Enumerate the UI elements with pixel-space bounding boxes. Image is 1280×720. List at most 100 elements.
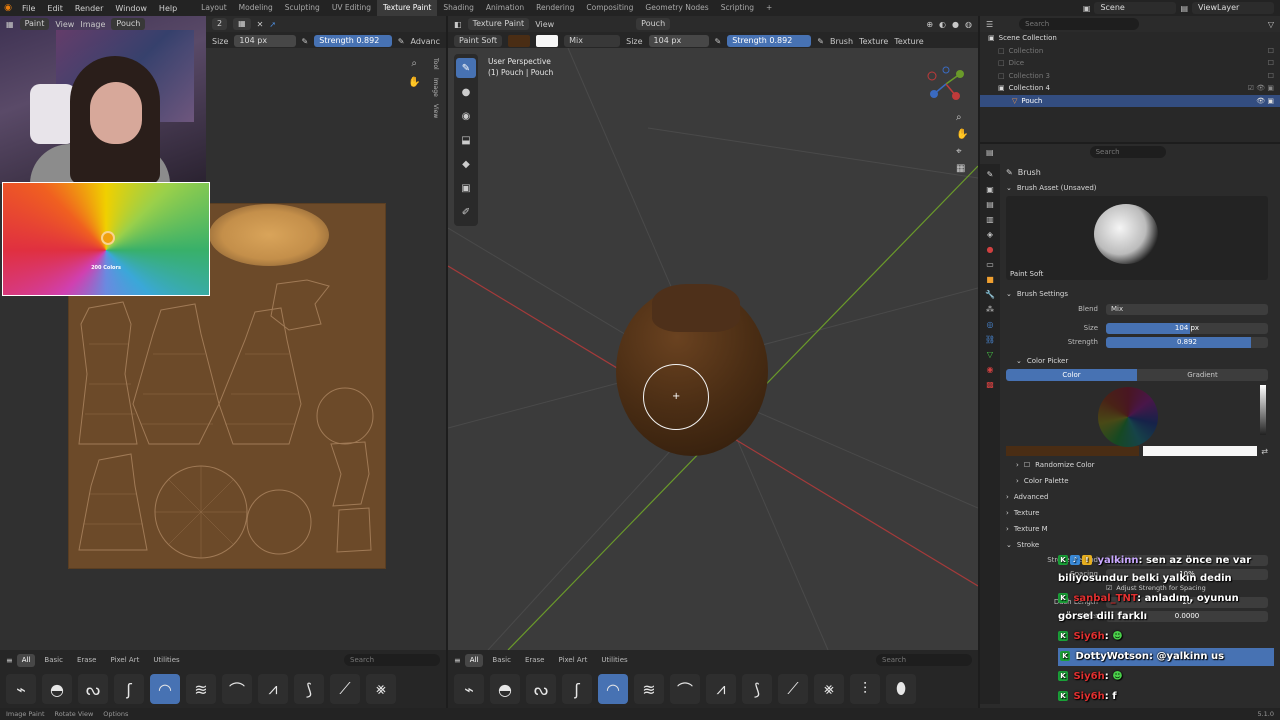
modifier-tab-icon[interactable]: 🔧 <box>985 290 995 299</box>
primary-color-swatch[interactable] <box>536 35 559 47</box>
brush-thumb-icon[interactable]: ⨳ <box>814 674 844 704</box>
tab-animation[interactable]: Animation <box>480 0 530 16</box>
outliner-scene-collection[interactable]: ▣ Scene Collection <box>980 32 1280 45</box>
pressure-size-icon-vp[interactable]: ✎ <box>715 37 722 46</box>
zoom-icon[interactable]: ⌕ <box>956 112 968 123</box>
brush-menu[interactable]: Brush <box>830 37 853 46</box>
brush-thumb-icon[interactable]: ⟆ <box>294 674 324 704</box>
pressure-strength-icon-img[interactable]: ✎ <box>398 37 405 46</box>
shelf-search-input[interactable]: Search <box>876 654 972 666</box>
menu-view-viewport[interactable]: View <box>535 20 554 29</box>
shelf-tab-basic[interactable]: Basic <box>487 654 516 667</box>
pouch-top-model[interactable] <box>652 284 740 332</box>
brush-thumb-icon[interactable]: ʃ <box>114 674 144 704</box>
menu-render[interactable]: Render <box>69 4 109 13</box>
color-wheel[interactable] <box>1098 387 1158 447</box>
side-tab-image[interactable]: Image <box>432 78 439 97</box>
overlay-icon[interactable]: ◐ <box>939 20 946 29</box>
texture-tab-icon[interactable]: ▩ <box>986 380 994 389</box>
blur-tool-icon[interactable]: ● <box>456 82 476 102</box>
tab-uv-editing[interactable]: UV Editing <box>326 0 377 16</box>
object-tab-icon[interactable]: ■ <box>986 275 994 284</box>
visibility-toggle-icon[interactable]: ☐ <box>1268 72 1274 80</box>
image-name-field[interactable]: Pouch <box>111 18 146 30</box>
viewport-editor-icon[interactable]: ◧ <box>454 20 462 29</box>
brush-thumb-icon[interactable]: ⌁ <box>454 674 484 704</box>
add-workspace-button[interactable]: + <box>760 0 778 16</box>
outliner-editor-icon[interactable]: ☰ <box>986 20 993 29</box>
brush-preview[interactable]: Paint Soft <box>1006 196 1268 280</box>
brush-thumb-icon[interactable]: ⨳ <box>366 674 396 704</box>
texture-menu[interactable]: Texture <box>859 37 888 46</box>
outliner-row[interactable]: □ Collection 3 ☐ <box>980 70 1280 83</box>
draw-tool-icon[interactable]: ✎ <box>456 58 476 78</box>
properties-search-input[interactable]: Search <box>1089 146 1166 158</box>
viewport-object-field[interactable]: Pouch <box>636 18 671 30</box>
zoom-icon-img[interactable]: ⌕ <box>411 58 417 69</box>
clone-tool-icon[interactable]: ⬓ <box>456 130 476 150</box>
pressure-icon-img[interactable]: ✎ <box>302 37 309 46</box>
annotate-tool-icon[interactable]: ✐ <box>456 202 476 222</box>
tab-shading[interactable]: Shading <box>437 0 479 16</box>
world-tab-icon[interactable]: ● <box>987 245 994 254</box>
tab-sculpting[interactable]: Sculpting <box>279 0 326 16</box>
brush-thumb-icon[interactable]: ⟋ <box>778 674 808 704</box>
properties-editor-icon[interactable]: ▤ <box>986 148 994 157</box>
shelf-tab-pixel-art[interactable]: Pixel Art <box>553 654 592 667</box>
brush-thumb-icon[interactable]: ⩘ <box>258 674 288 704</box>
visibility-toggle-icon[interactable]: ☑ 👁 ▣ <box>1248 84 1274 92</box>
blend-dropdown[interactable]: Mix <box>1106 303 1268 315</box>
menu-view-image[interactable]: View <box>55 20 74 29</box>
brush-settings-panel[interactable]: ⌄ Brush Settings <box>1006 286 1268 302</box>
blend-selector[interactable]: Mix <box>564 35 621 47</box>
shelf-tab-erase[interactable]: Erase <box>72 654 102 667</box>
shelf-tab-pixel-art[interactable]: Pixel Art <box>105 654 144 667</box>
tab-layout[interactable]: Layout <box>195 0 233 16</box>
menu-window[interactable]: Window <box>109 4 153 13</box>
pan-hand-icon-img[interactable]: ✋ <box>408 77 420 88</box>
size-slider-img[interactable]: 104 px <box>234 35 296 47</box>
strength-slider-img[interactable]: Strength 0.892 <box>314 35 392 47</box>
brush-thumb-icon[interactable]: ⟋ <box>330 674 360 704</box>
brush-thumb-icon[interactable]: ≋ <box>186 674 216 704</box>
editor-type-icon[interactable]: ▦ <box>6 20 14 29</box>
randomize-color-panel[interactable]: › ☐ Randomize Color <box>1006 457 1268 473</box>
texture-panel[interactable]: › Texture <box>1006 505 1268 521</box>
tool-tab-icon[interactable]: ✎ <box>987 170 994 179</box>
tab-scripting[interactable]: Scripting <box>715 0 760 16</box>
data-tab-icon[interactable]: ▽ <box>987 350 993 359</box>
secondary-color-swatch[interactable] <box>508 35 531 47</box>
render-tab-icon[interactable]: ▣ <box>986 185 994 194</box>
tab-compositing[interactable]: Compositing <box>580 0 639 16</box>
side-tab-tool[interactable]: Tool <box>432 58 439 70</box>
size-slider[interactable]: 104 px <box>1106 322 1268 334</box>
brush-thumb-icon[interactable]: ◠ <box>150 674 180 704</box>
tab-rendering[interactable]: Rendering <box>530 0 580 16</box>
image-close-icon[interactable]: ✕ <box>257 20 264 29</box>
color-value-bar[interactable] <box>1260 385 1266 435</box>
visibility-toggle-icon[interactable]: ☐ <box>1268 59 1274 67</box>
shading-material-icon[interactable]: ◍ <box>965 20 972 29</box>
tab-texture-paint[interactable]: Texture Paint <box>376 0 438 16</box>
brush-thumb-icon[interactable]: ◓ <box>42 674 72 704</box>
filter-icon[interactable]: ▽ <box>1268 20 1274 29</box>
color-tab[interactable]: Color <box>1006 369 1137 381</box>
brush-thumb-icon[interactable]: ʃ <box>562 674 592 704</box>
shelf-tab-utilities[interactable]: Utilities <box>596 654 632 667</box>
image-slot[interactable]: 2 <box>212 18 228 30</box>
texture-mask-panel[interactable]: › Texture M <box>1006 521 1268 537</box>
blender-logo-icon[interactable]: ◉ <box>0 0 16 16</box>
brush-thumb-icon[interactable]: ≋ <box>634 674 664 704</box>
view-layer-tab-icon[interactable]: ▥ <box>986 215 994 224</box>
fill-tool-icon[interactable]: ◆ <box>456 154 476 174</box>
image-mode-selector[interactable]: Paint <box>19 18 50 30</box>
navigation-gizmo[interactable] <box>926 64 966 104</box>
outliner-row-selected[interactable]: ▽ Pouch 👁 ▣ <box>980 94 1280 107</box>
shelf-tab-utilities[interactable]: Utilities <box>148 654 184 667</box>
cursor-icon[interactable]: ➚ <box>269 20 276 29</box>
mask-tool-icon[interactable]: ▣ <box>456 178 476 198</box>
outliner-search-input[interactable]: Search <box>1019 18 1140 30</box>
size-slider-vp[interactable]: 104 px <box>648 35 709 47</box>
tab-modeling[interactable]: Modeling <box>233 0 279 16</box>
color-palette-panel[interactable]: › Color Palette <box>1006 473 1268 489</box>
